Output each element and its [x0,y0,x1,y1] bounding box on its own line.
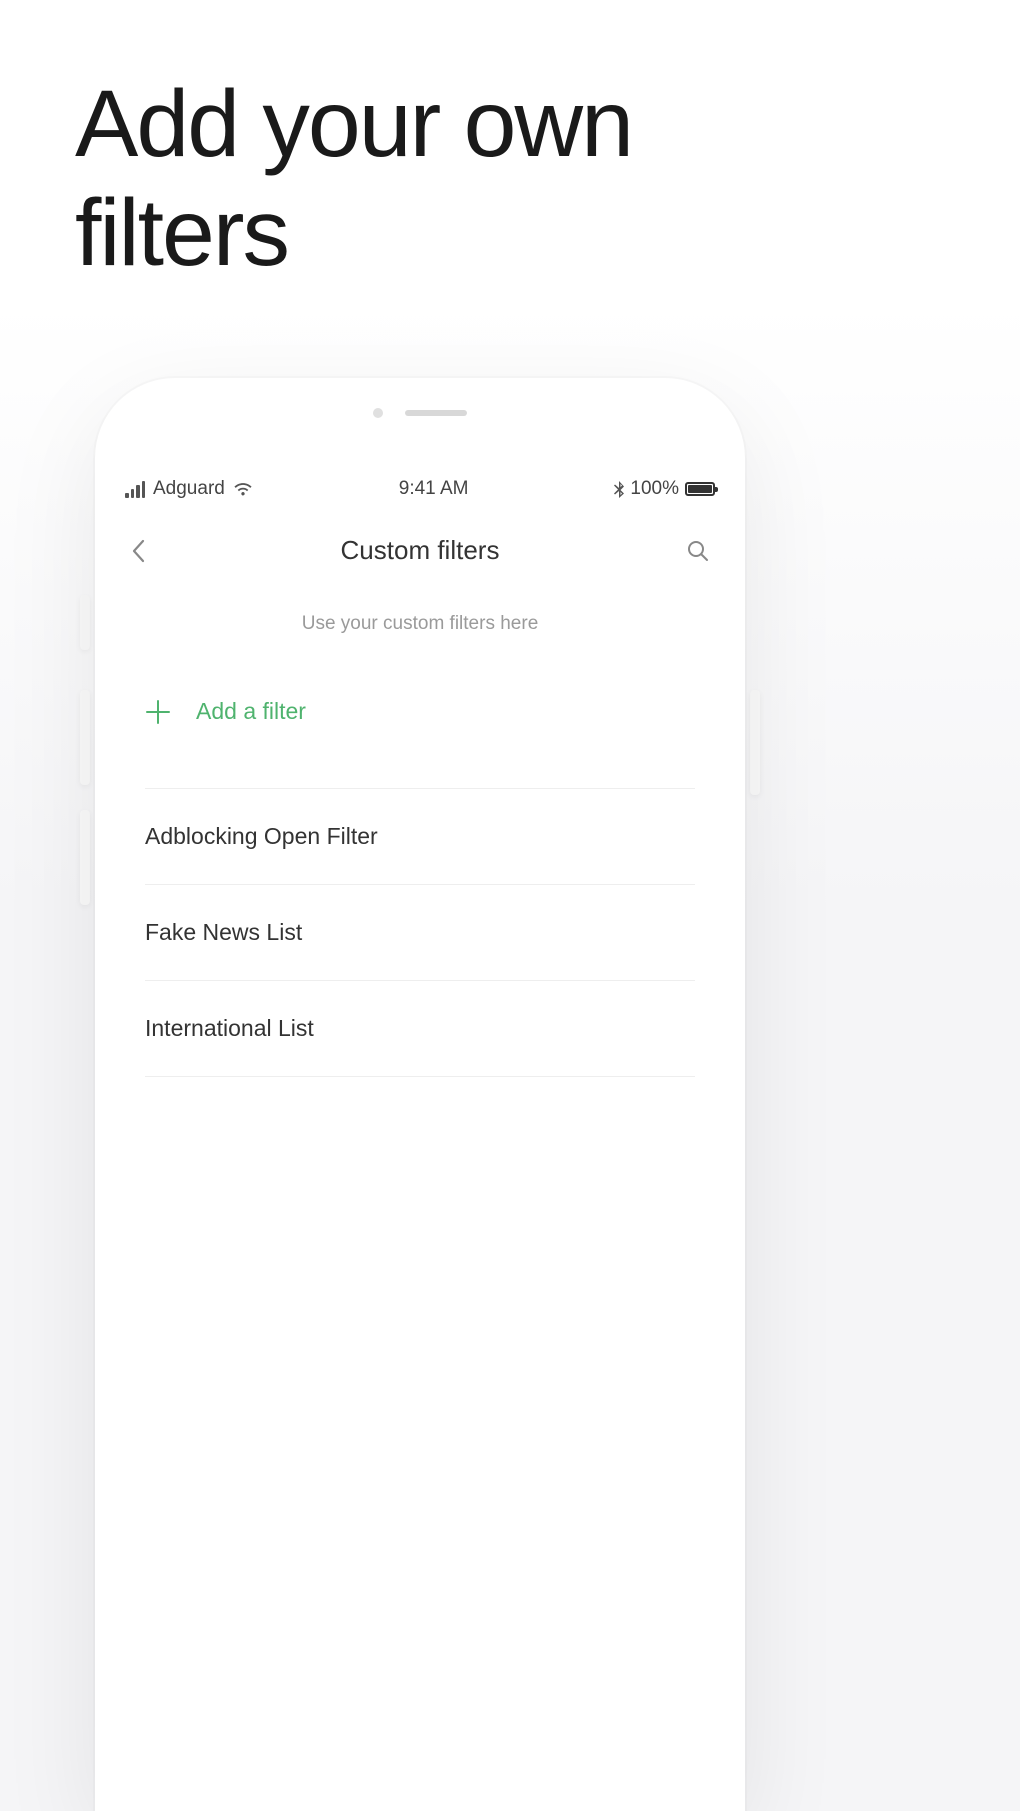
back-button[interactable] [131,539,157,563]
chevron-left-icon [131,539,145,563]
camera-icon [373,408,383,418]
phone-mute-switch [80,595,90,650]
wifi-icon [233,482,253,497]
phone-frame: Adguard 9:41 AM 100% Custom filters Use … [95,378,745,1811]
signal-icon [125,481,145,498]
filter-item[interactable]: Adblocking Open Filter [145,788,695,884]
search-icon [687,540,709,562]
hero-title-line1: Add your own [75,70,632,179]
phone-volume-down [80,810,90,905]
add-filter-label: Add a filter [196,698,306,725]
filters-list: Adblocking Open Filter Fake News List In… [145,788,695,1077]
filter-item[interactable]: Fake News List [145,884,695,980]
plus-icon [145,699,171,725]
hero-title: Add your own filters [75,70,632,289]
speaker-icon [405,410,467,416]
filter-name: International List [145,1015,314,1041]
search-button[interactable] [683,540,709,562]
hero-title-line2: filters [75,179,632,288]
battery-icon [685,482,715,496]
add-filter-button[interactable]: Add a filter [95,670,745,753]
carrier-label: Adguard [153,478,225,500]
filter-item[interactable]: International List [145,980,695,1077]
status-bar: Adguard 9:41 AM 100% [95,448,745,510]
battery-percent: 100% [630,478,679,500]
nav-bar: Custom filters [95,510,745,591]
bluetooth-icon [614,481,624,498]
page-title: Custom filters [157,535,683,566]
subtitle: Use your custom filters here [95,591,745,670]
filter-name: Fake News List [145,919,302,945]
phone-volume-up [80,690,90,785]
filter-name: Adblocking Open Filter [145,823,378,849]
phone-notch [95,378,745,448]
phone-power-button [750,690,760,795]
status-time: 9:41 AM [399,478,469,500]
